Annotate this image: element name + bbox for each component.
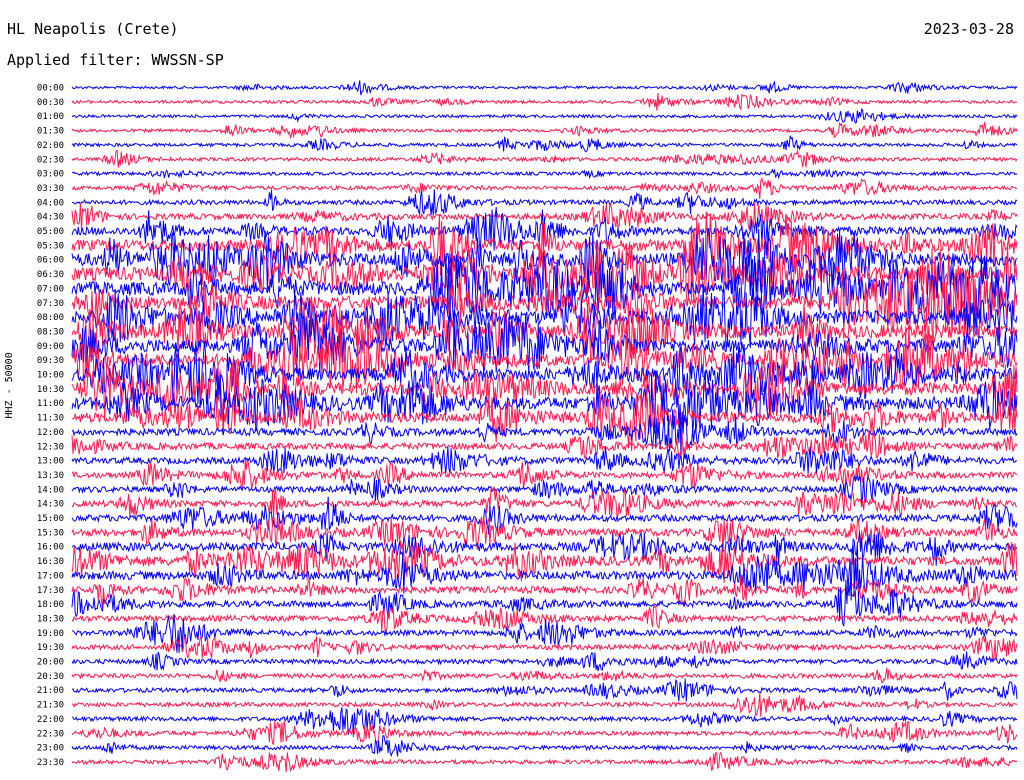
row-time-label: 07:30: [37, 299, 64, 309]
row-time-label: 08:30: [37, 327, 64, 337]
seismic-trace-line: [71, 121, 1018, 140]
row-time-label: 08:00: [37, 313, 64, 323]
row-time-label: 05:00: [37, 227, 64, 237]
seismic-trace-line: [71, 189, 1018, 216]
row-time-label: 00:30: [37, 98, 64, 108]
row-time-label: 22:00: [37, 715, 64, 725]
row-time-label: 23:00: [37, 744, 64, 754]
row-time-label: 12:30: [37, 442, 64, 452]
seismic-trace-line: [71, 678, 1018, 702]
seismic-trace-line: [71, 80, 1018, 96]
row-time-label: 00:00: [37, 84, 64, 94]
row-time-label: 17:30: [37, 586, 64, 596]
row-time-label: 01:30: [37, 127, 64, 137]
row-time-label: 07:00: [37, 284, 64, 294]
row-time-label: 18:00: [37, 600, 64, 610]
row-time-label: 22:30: [37, 729, 64, 739]
seismic-trace-line: [71, 720, 1018, 746]
row-time-label: 04:00: [37, 198, 64, 208]
row-time-label: 05:30: [37, 241, 64, 251]
row-time-label: 01:00: [37, 112, 64, 122]
row-time-label: 13:00: [37, 457, 64, 467]
seismic-trace-line: [71, 651, 1018, 672]
row-time-label: 15:30: [37, 528, 64, 538]
row-time-label: 06:30: [37, 270, 64, 280]
row-time-label: 18:30: [37, 614, 64, 624]
seismogram-chart: 00:00 00:30 01:00 01:30 02:00 02:30 03:00 03:30…: [37, 80, 1018, 773]
row-time-label: 14:00: [37, 485, 64, 495]
row-time-label: 06:00: [37, 256, 64, 266]
seismic-trace-line: [71, 667, 1018, 684]
row-time-label: 16:00: [37, 543, 64, 553]
row-time-label: 02:00: [37, 141, 64, 151]
row-time-label: 03:30: [37, 184, 64, 194]
seismic-trace-line: [71, 176, 1017, 199]
seismic-trace-line: [71, 751, 1018, 773]
row-time-label: 19:00: [37, 629, 64, 639]
row-time-label: 23:30: [37, 758, 64, 768]
seismic-trace-line: [71, 93, 1018, 111]
row-time-label: 11:30: [37, 414, 64, 424]
row-time-label: 15:00: [37, 514, 64, 524]
seismic-trace-line: [71, 692, 1018, 717]
row-time-label: 17:00: [37, 571, 64, 581]
row-time-label: 04:30: [37, 213, 64, 223]
row-time-label: 19:30: [37, 643, 64, 653]
row-time-label: 10:30: [37, 385, 64, 395]
row-time-label: 11:00: [37, 399, 64, 409]
seismic-trace-line: [71, 135, 1018, 153]
row-time-label: 02:30: [37, 155, 64, 165]
seismic-trace-line: [71, 108, 1018, 124]
seismic-trace-line: [71, 735, 1018, 758]
row-time-label: 16:30: [37, 557, 64, 567]
row-time-label: 10:00: [37, 371, 64, 381]
row-time-label: 20:00: [37, 658, 64, 668]
row-time-label: 03:00: [37, 170, 64, 180]
row-time-label: 09:00: [37, 342, 64, 352]
row-time-label: 13:30: [37, 471, 64, 481]
row-time-label: 20:30: [37, 672, 64, 682]
row-time-label: 21:00: [37, 686, 64, 696]
row-time-label: 21:30: [37, 701, 64, 711]
seismic-trace-line: [71, 446, 1018, 475]
row-time-label: 12:00: [37, 428, 64, 438]
row-time-label: 14:30: [37, 500, 64, 510]
seismic-trace-line: [71, 168, 1018, 180]
seismic-trace-line: [71, 149, 1018, 168]
row-time-label: 09:30: [37, 356, 64, 366]
